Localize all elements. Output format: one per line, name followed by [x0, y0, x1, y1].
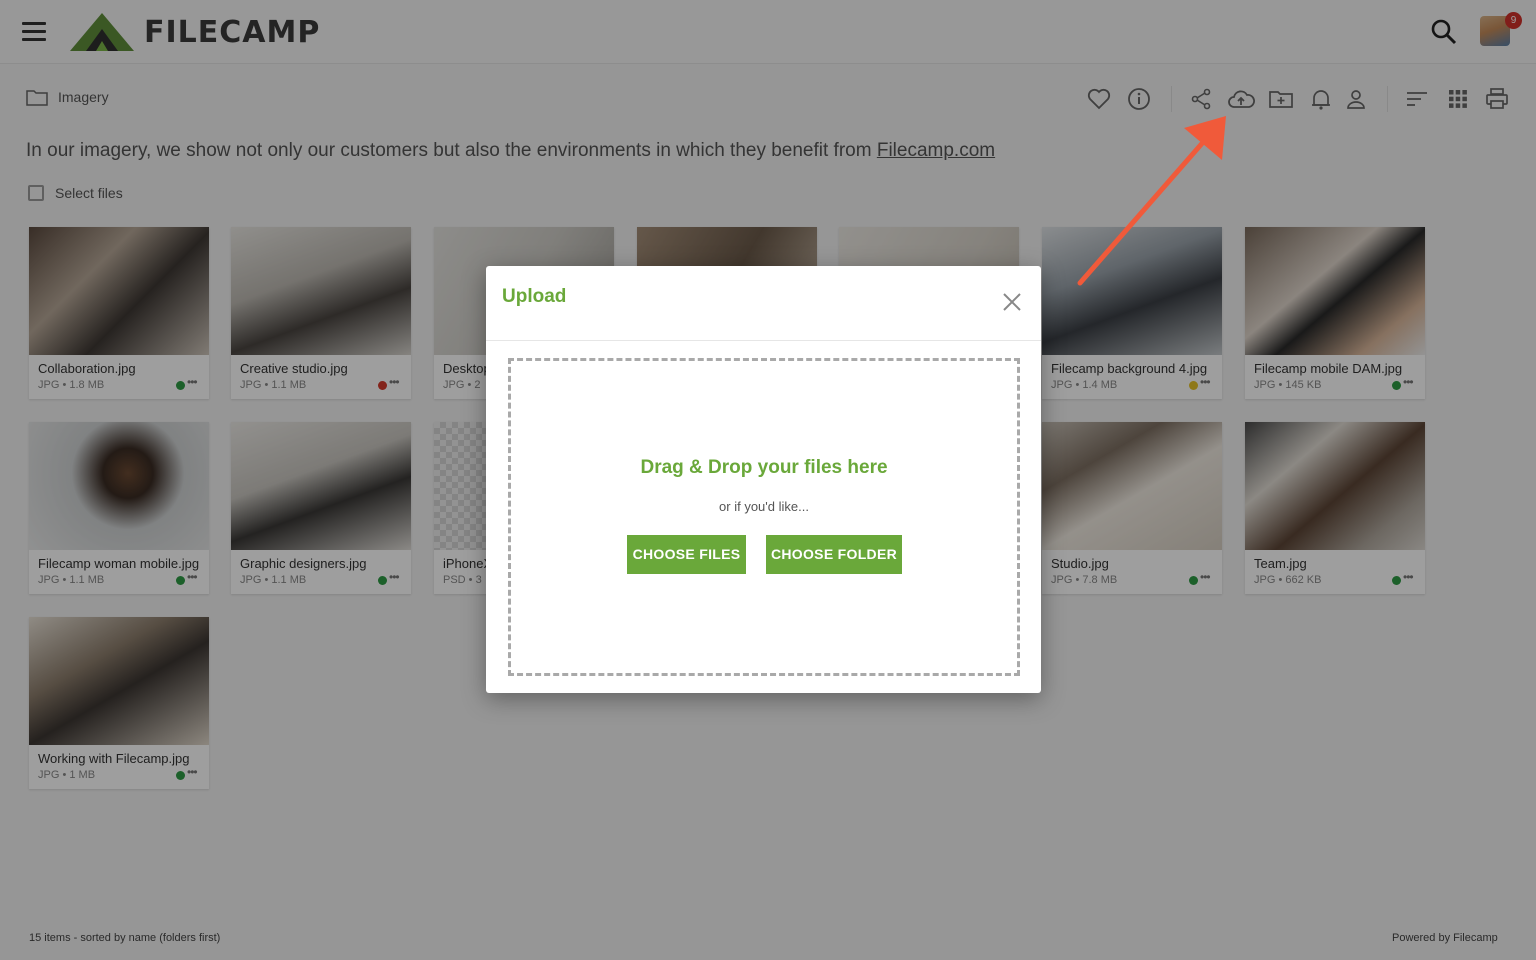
- choose-files-button[interactable]: CHOOSE FILES: [627, 535, 746, 574]
- dialog-title: Upload: [502, 286, 567, 307]
- close-icon[interactable]: [1000, 290, 1024, 314]
- choose-folder-button[interactable]: CHOOSE FOLDER: [766, 535, 902, 574]
- dialog-divider: [486, 340, 1041, 341]
- upload-dialog: Upload Drag & Drop your files here or if…: [486, 266, 1041, 693]
- drop-zone-subtitle: or if you'd like...: [719, 499, 809, 514]
- drop-zone[interactable]: Drag & Drop your files here or if you'd …: [508, 358, 1020, 676]
- drop-zone-title: Drag & Drop your files here: [640, 457, 888, 478]
